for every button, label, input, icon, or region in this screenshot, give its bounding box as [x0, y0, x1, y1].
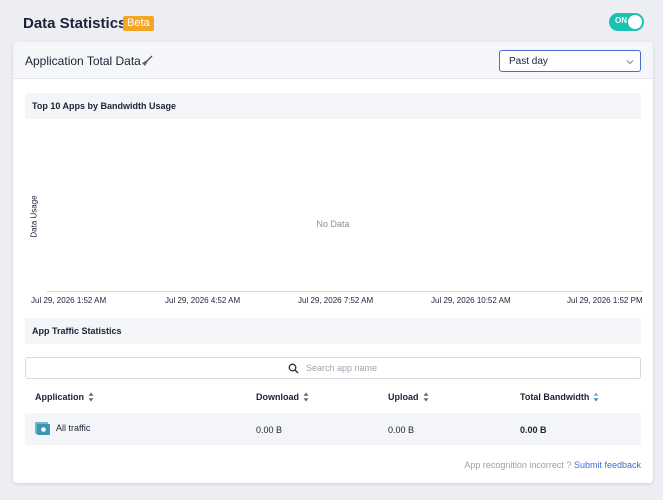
card-header: Application Total Data Past day: [13, 42, 653, 79]
traffic-section-header: App Traffic Statistics: [25, 318, 641, 344]
broom-icon[interactable]: [141, 55, 153, 67]
toggle-knob: [628, 15, 642, 29]
page-header: Data Statistics Beta ON: [0, 0, 663, 44]
column-header-upload[interactable]: Upload: [388, 392, 429, 402]
column-label: Upload: [388, 392, 419, 402]
cell-total-bandwidth: 0.00 B: [520, 425, 547, 435]
on-off-toggle[interactable]: ON: [609, 13, 644, 31]
x-tick-label: Jul 29, 2026 1:52 PM: [567, 296, 643, 305]
footer-note-text: App recognition incorrect ?: [464, 460, 572, 470]
cell-upload: 0.00 B: [388, 425, 415, 435]
time-range-select[interactable]: Past day: [499, 50, 641, 72]
search-input[interactable]: [306, 360, 626, 376]
traffic-section-title: App Traffic Statistics: [32, 326, 122, 336]
cell-application: All traffic: [56, 423, 91, 433]
cell-download: 0.00 B: [256, 425, 283, 435]
app-category-icon: [35, 422, 50, 435]
column-label: Application: [35, 392, 84, 402]
y-axis-label: Data Usage: [29, 195, 39, 238]
x-tick-label: Jul 29, 2026 4:52 AM: [165, 296, 241, 305]
no-data-message: No Data: [316, 219, 350, 229]
table-header: Application Download Upload Total Bandwi…: [25, 383, 641, 413]
footer-note: App recognition incorrect ? Submit feedb…: [464, 460, 641, 470]
table-row[interactable]: All traffic 0.00 B 0.00 B 0.00 B: [25, 413, 641, 445]
app-traffic-table: Application Download Upload Total Bandwi…: [25, 383, 641, 445]
sort-icon: [423, 392, 428, 402]
chart-section-header: Top 10 Apps by Bandwidth Usage: [25, 93, 641, 119]
x-axis-line: [47, 291, 643, 292]
x-tick-label: Jul 29, 2026 1:52 AM: [31, 296, 107, 305]
x-tick-label: Jul 29, 2026 7:52 AM: [298, 296, 374, 305]
column-header-total-bandwidth[interactable]: Total Bandwidth: [520, 392, 599, 402]
column-label: Total Bandwidth: [520, 392, 590, 402]
submit-feedback-link[interactable]: Submit feedback: [574, 460, 641, 470]
x-tick-label: Jul 29, 2026 10:52 AM: [431, 296, 511, 305]
chart-section-title: Top 10 Apps by Bandwidth Usage: [32, 101, 177, 111]
search-box: [25, 357, 641, 379]
sort-icon: [88, 392, 94, 402]
sort-descending-icon: [593, 392, 599, 402]
beta-badge: Beta: [123, 16, 154, 31]
app-data-card: Application Total Data Past day Top 10 A…: [13, 42, 653, 483]
bandwidth-chart: Data Usage No Data Jul 29, 2026 1:52 AM …: [25, 126, 643, 308]
chevron-down-icon: [626, 60, 634, 65]
column-header-download[interactable]: Download: [256, 392, 309, 402]
column-header-application[interactable]: Application: [35, 392, 94, 402]
sort-icon: [303, 392, 309, 402]
toggle-label: ON: [615, 16, 627, 25]
card-title: Application Total Data: [25, 54, 141, 68]
page-title: Data Statistics: [23, 15, 127, 32]
column-label: Download: [256, 392, 299, 402]
time-range-value: Past day: [509, 56, 548, 67]
search-icon: [288, 363, 299, 374]
